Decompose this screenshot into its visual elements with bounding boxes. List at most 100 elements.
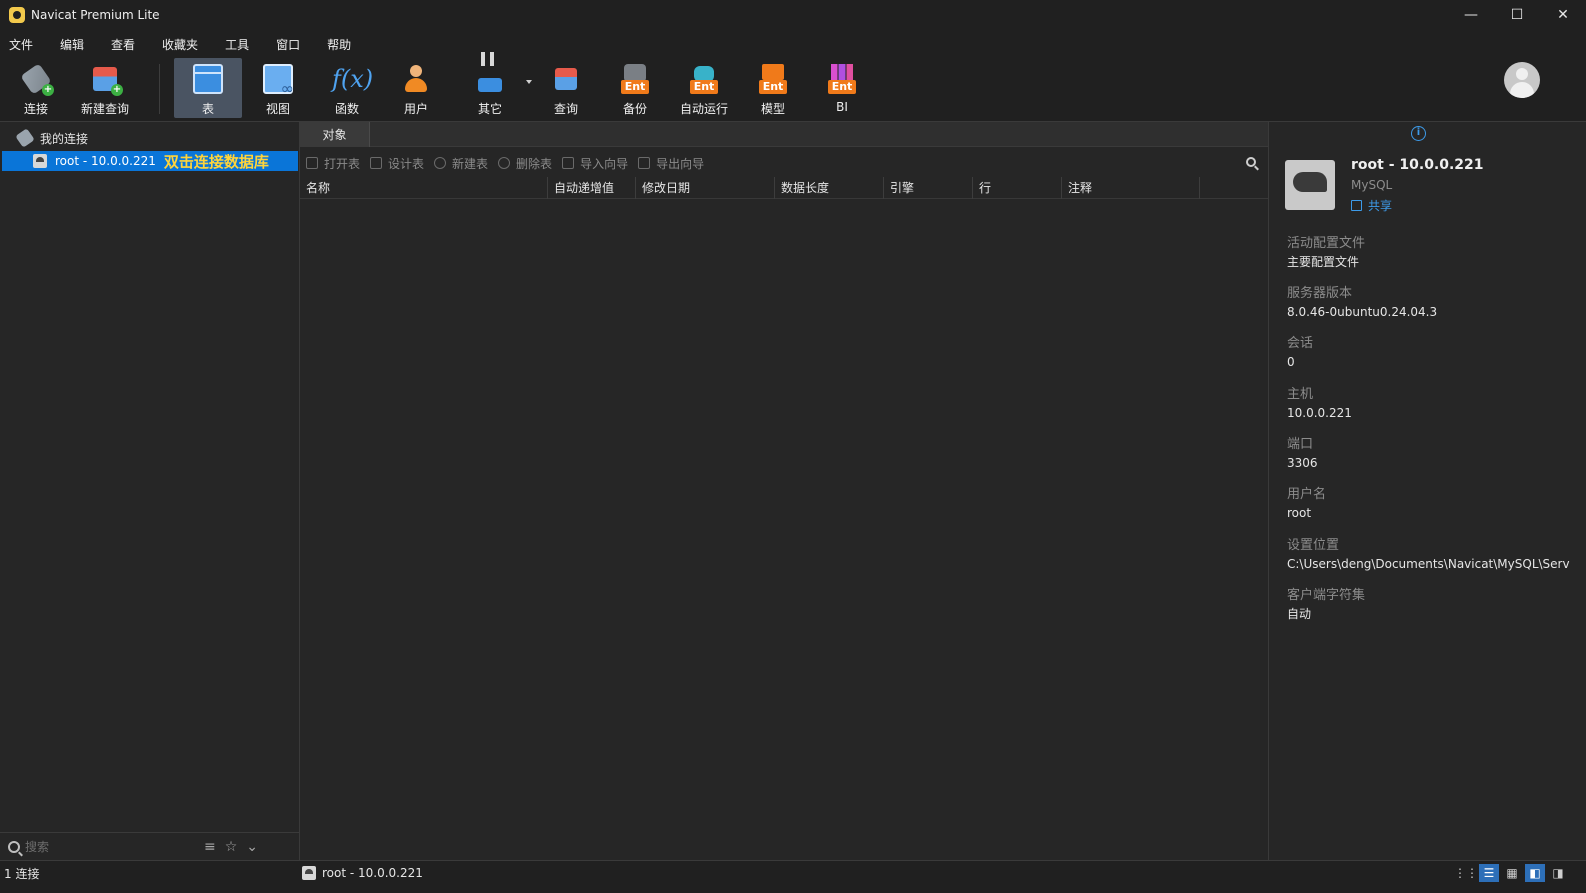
open-table-icon	[306, 157, 318, 169]
other-button[interactable]: 其它	[462, 58, 518, 118]
view-label: 视图	[265, 102, 290, 116]
export-wizard-button[interactable]: 导出向导	[638, 155, 704, 172]
new-query-label: 新建查询	[80, 102, 129, 116]
menu-window[interactable]: 窗口	[269, 36, 307, 53]
automation-button[interactable]: Ent 自动运行	[674, 58, 734, 118]
import-wizard-button[interactable]: 导入向导	[562, 155, 628, 172]
menu-edit[interactable]: 编辑	[53, 36, 91, 53]
sidebar-search-input[interactable]	[25, 839, 195, 854]
title-bar: Navicat Premium Lite — ☐ ✕	[0, 0, 1586, 30]
column-header-modified-date[interactable]: 修改日期	[636, 177, 775, 199]
status-bar: 1 连接 root - 10.0.0.221 ⋮⋮ ☰ ▦ ◧ ◨	[0, 860, 1586, 893]
open-table-label: 打开表	[324, 156, 361, 171]
collapse-icon[interactable]: ⌄	[246, 839, 258, 855]
table-icon	[193, 64, 223, 94]
list-view-icon[interactable]: ☰	[1479, 864, 1499, 882]
ent-badge: Ent	[690, 80, 718, 94]
menu-favorites[interactable]: 收藏夹	[155, 36, 205, 53]
my-connections-node[interactable]: 我的连接	[15, 128, 88, 148]
detail-view-icon[interactable]: ▦	[1502, 864, 1522, 882]
menu-view[interactable]: 查看	[104, 36, 142, 53]
model-icon: Ent	[758, 64, 788, 94]
prop-value: C:\Users\deng\Documents\Navicat\MySQL\Se…	[1287, 557, 1570, 571]
navicat-logo-icon	[9, 7, 25, 23]
right-pane-toggle-icon[interactable]: ◨	[1548, 864, 1568, 882]
main-toolbar: + 连接 + 新建查询 表 视图 f(x) 函数 用户 其它 查询	[0, 58, 1586, 122]
prop-label: 客户端字符集	[1287, 588, 1366, 603]
ent-badge: Ent	[759, 80, 787, 94]
prop-label: 端口	[1287, 437, 1314, 452]
prop-value: 3306	[1287, 456, 1318, 470]
table-button[interactable]: 表	[174, 58, 242, 118]
design-table-button[interactable]: 设计表	[370, 155, 424, 172]
left-pane-toggle-icon[interactable]: ◧	[1525, 864, 1545, 882]
menu-tools[interactable]: 工具	[218, 36, 256, 53]
query-icon	[551, 64, 581, 94]
import-icon	[562, 157, 575, 169]
minimize-button[interactable]: —	[1448, 0, 1494, 30]
close-button[interactable]: ✕	[1540, 0, 1586, 30]
prop-label: 主机	[1287, 387, 1314, 402]
query-button[interactable]: 查询	[538, 58, 594, 118]
sidebar-search-bar: ≡ ☆ ⌄	[0, 832, 299, 860]
open-table-button[interactable]: 打开表	[306, 155, 360, 172]
share-icon	[1351, 200, 1362, 211]
menu-help[interactable]: 帮助	[320, 36, 358, 53]
prop-value: 自动	[1287, 607, 1312, 621]
info-connection-type: MySQL	[1351, 178, 1393, 192]
view-icon	[263, 64, 294, 98]
new-table-button[interactable]: 新建表	[434, 155, 488, 172]
model-label: 模型	[760, 102, 785, 116]
mysql-dolphin-icon	[33, 154, 47, 168]
delete-table-button[interactable]: 删除表	[498, 155, 552, 172]
column-header-rows[interactable]: 行	[973, 177, 1062, 199]
column-header-name[interactable]: 名称	[300, 177, 548, 199]
info-icon[interactable]: i	[1411, 126, 1426, 141]
user-icon	[401, 64, 431, 94]
object-search-icon[interactable]	[1246, 157, 1256, 167]
user-button[interactable]: 用户	[388, 58, 444, 118]
prop-username: 用户名 root	[1287, 486, 1586, 522]
prop-value: 8.0.46-0ubuntu0.24.04.3	[1287, 305, 1438, 319]
share-link[interactable]: 共享	[1351, 197, 1392, 214]
export-wizard-label: 导出向导	[656, 156, 705, 171]
prop-client-charset: 客户端字符集 自动	[1287, 587, 1586, 623]
bi-label: BI	[836, 100, 848, 114]
connection-item[interactable]: root - 10.0.0.221 双击连接数据库	[2, 151, 298, 171]
backup-button[interactable]: Ent 备份	[606, 58, 664, 118]
user-avatar[interactable]	[1504, 62, 1540, 98]
other-dropdown-caret-icon[interactable]	[526, 80, 532, 84]
connect-button[interactable]: + 连接	[8, 58, 64, 118]
filter-icon[interactable]: ≡	[204, 839, 216, 855]
connection-label: root - 10.0.0.221	[55, 154, 156, 168]
function-button[interactable]: f(x) 函数	[318, 58, 376, 118]
minus-circle-icon	[498, 157, 511, 169]
prop-sessions: 会话 0	[1287, 335, 1586, 371]
star-icon[interactable]: ☆	[225, 839, 238, 855]
view-mode-switcher: ⋮⋮ ☰ ▦ ◧ ◨	[1453, 864, 1568, 882]
bi-button[interactable]: Ent BI	[814, 58, 870, 118]
robot-icon: Ent	[689, 64, 719, 94]
column-header-auto-increment[interactable]: 自动递增值	[548, 177, 636, 199]
grid-view-icon[interactable]: ⋮⋮	[1454, 864, 1478, 882]
column-header-comment[interactable]: 注释	[1062, 177, 1200, 199]
ent-badge: Ent	[828, 80, 856, 94]
menu-file[interactable]: 文件	[2, 36, 40, 53]
delete-table-label: 删除表	[516, 156, 553, 171]
tools-icon	[475, 64, 505, 94]
object-panel: 对象 打开表 设计表 新建表 删除表 导入向导 导出向导 名称 自动递增值 修改…	[300, 122, 1268, 860]
prop-value: 10.0.0.221	[1287, 406, 1352, 420]
connect-label: 连接	[23, 102, 48, 116]
maximize-button[interactable]: ☐	[1494, 0, 1540, 30]
new-query-button[interactable]: + 新建查询	[72, 58, 138, 118]
table-label: 表	[201, 102, 214, 116]
prop-label: 服务器版本	[1287, 286, 1353, 301]
column-header-data-length[interactable]: 数据长度	[775, 177, 884, 199]
mysql-dolphin-icon	[302, 866, 316, 880]
tab-objects[interactable]: 对象	[300, 122, 370, 147]
info-connection-name: root - 10.0.0.221	[1351, 157, 1484, 173]
model-button[interactable]: Ent 模型	[744, 58, 802, 118]
prop-value: 主要配置文件	[1287, 255, 1360, 269]
view-button[interactable]: 视图	[250, 58, 306, 118]
column-header-engine[interactable]: 引擎	[884, 177, 973, 199]
